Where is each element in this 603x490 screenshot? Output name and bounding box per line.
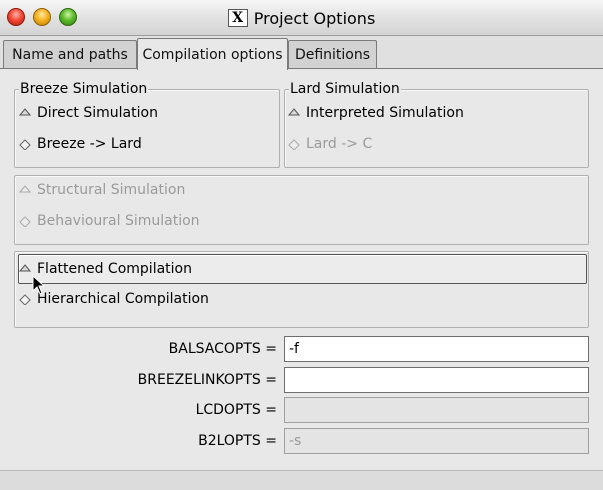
lard-simulation-group: Lard Simulation — [284, 80, 589, 168]
tab-divider — [0, 68, 603, 69]
radio-label: Interpreted Simulation — [306, 105, 464, 121]
breeze-simulation-group: Breeze Simulation — [14, 80, 280, 168]
tab-definitions[interactable]: Definitions — [288, 40, 377, 69]
radio-label: Behavioural Simulation — [37, 213, 200, 229]
lcdopts-label: LCDOPTS = — [195, 402, 277, 418]
radio-unselected-icon — [19, 138, 31, 150]
mouse-cursor-icon — [32, 275, 46, 295]
radio-label: Breeze -> Lard — [37, 136, 142, 152]
lcdopts-input[interactable] — [284, 397, 589, 423]
tab-compilation-options[interactable]: Compilation options — [137, 38, 288, 70]
radio-structural-simulation[interactable]: Structural Simulation — [19, 180, 185, 200]
b2lopts-input[interactable] — [284, 428, 589, 454]
radio-label: Hierarchical Compilation — [37, 291, 209, 307]
radio-interpreted-simulation[interactable]: Interpreted Simulation — [288, 103, 464, 123]
radio-behavioural-simulation[interactable]: Behavioural Simulation — [19, 211, 200, 231]
breezelinkopts-input[interactable] — [284, 367, 589, 393]
balsacopts-input[interactable] — [284, 336, 589, 362]
lard-simulation-legend: Lard Simulation — [289, 80, 401, 98]
balsacopts-label: BALSACOPTS = — [168, 341, 277, 357]
window-title: Project Options — [253, 8, 376, 28]
radio-lard-to-c[interactable]: Lard -> C — [288, 134, 372, 154]
b2lopts-label: B2LOPTS = — [198, 433, 277, 449]
radio-unselected-icon — [19, 215, 31, 227]
radio-unselected-icon — [19, 293, 31, 305]
x11-app-icon: X — [227, 9, 248, 27]
radio-breeze-to-lard[interactable]: Breeze -> Lard — [19, 134, 142, 154]
radio-selected-icon — [288, 107, 300, 119]
radio-label: Direct Simulation — [37, 105, 158, 121]
radio-label: Structural Simulation — [37, 182, 186, 198]
bottom-button-bar — [0, 470, 603, 490]
radio-selected-icon — [19, 107, 31, 119]
breezelinkopts-label: BREEZELINKOPTS = — [137, 372, 277, 388]
radio-label: Lard -> C — [306, 136, 373, 152]
radio-selected-icon — [19, 263, 31, 275]
radio-selected-icon — [19, 184, 31, 196]
tab-bar: Name and paths Compilation options Defin… — [0, 36, 603, 70]
title-bar: X Project Options — [0, 0, 603, 36]
tab-name-and-paths[interactable]: Name and paths — [3, 40, 137, 69]
breeze-simulation-legend: Breeze Simulation — [19, 80, 149, 98]
radio-direct-simulation[interactable]: Direct Simulation — [19, 103, 158, 123]
radio-unselected-icon — [288, 138, 300, 150]
radio-label: Flattened Compilation — [37, 261, 192, 277]
